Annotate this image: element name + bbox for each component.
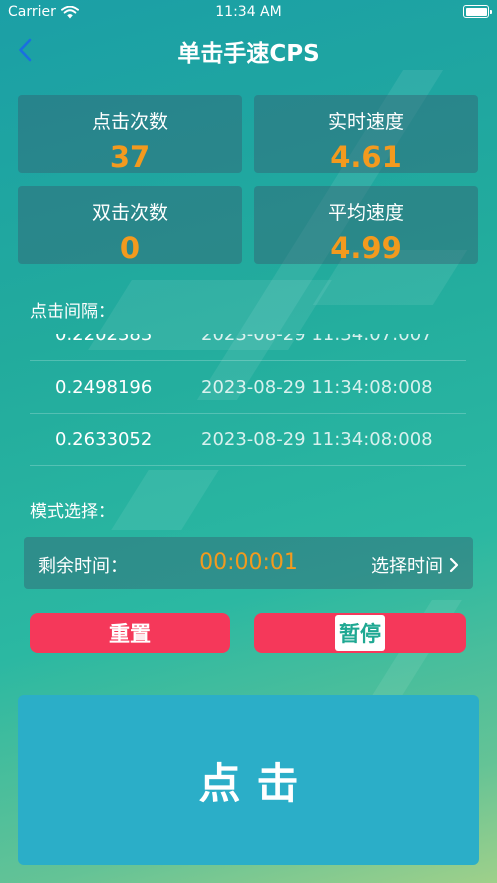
click-button[interactable]: 点击 (18, 695, 479, 865)
click-count-card: 点击次数 37 (18, 95, 242, 173)
pause-button[interactable]: 暂停 (254, 613, 466, 653)
choose-time-label: 选择时间 (371, 556, 443, 577)
list-item: 0.2498196 2023-08-29 11:34:08:008 (30, 362, 466, 414)
average-speed-label: 平均速度 (327, 202, 404, 224)
status-time: 11:34 AM (215, 4, 282, 20)
interval-timestamp: 2023-08-29 11:34:08:008 (201, 429, 433, 450)
interval-value: 0.2202383 (55, 334, 153, 345)
choose-time-button[interactable]: 选择时间 (371, 552, 459, 578)
timer-row: 剩余时间： 00:00:01 选择时间 (24, 537, 473, 589)
interval-list[interactable]: 0.2202383 2023-08-29 11:34:07:007 0.2498… (30, 334, 466, 466)
double-click-count-label: 双击次数 (91, 202, 168, 224)
navigation-bar: 单击手速CPS (0, 26, 497, 72)
double-click-count-value: 0 (119, 231, 141, 264)
interval-timestamp: 2023-08-29 11:34:07:007 (201, 334, 433, 345)
list-item: 0.2202383 2023-08-29 11:34:07:007 (30, 334, 466, 361)
pause-label: 暂停 (335, 615, 385, 651)
interval-value: 0.2633052 (55, 429, 153, 450)
battery-icon (463, 5, 492, 18)
click-count-value: 37 (109, 140, 151, 173)
interval-timestamp: 2023-08-29 11:34:08:008 (201, 377, 433, 398)
click-count-label: 点击次数 (91, 111, 168, 133)
average-speed-value: 4.99 (330, 231, 402, 264)
double-click-count-card: 双击次数 0 (18, 186, 242, 264)
mode-section-label: 模式选择： (30, 502, 115, 522)
average-speed-card: 平均速度 4.99 (254, 186, 478, 264)
chevron-right-icon (449, 557, 459, 573)
interval-section-label: 点击间隔： (30, 302, 115, 322)
reset-button[interactable]: 重置 (30, 613, 230, 653)
status-bar: Carrier 11:34 AM (0, 0, 497, 26)
page-title: 单击手速CPS (177, 41, 320, 67)
reset-label: 重置 (109, 622, 151, 646)
realtime-speed-label: 实时速度 (327, 111, 404, 133)
realtime-speed-value: 4.61 (330, 140, 402, 173)
click-label: 点击 (198, 758, 315, 808)
interval-value: 0.2498196 (55, 377, 153, 398)
realtime-speed-card: 实时速度 4.61 (254, 95, 478, 173)
list-item: 0.2633052 2023-08-29 11:34:08:008 (30, 414, 466, 466)
